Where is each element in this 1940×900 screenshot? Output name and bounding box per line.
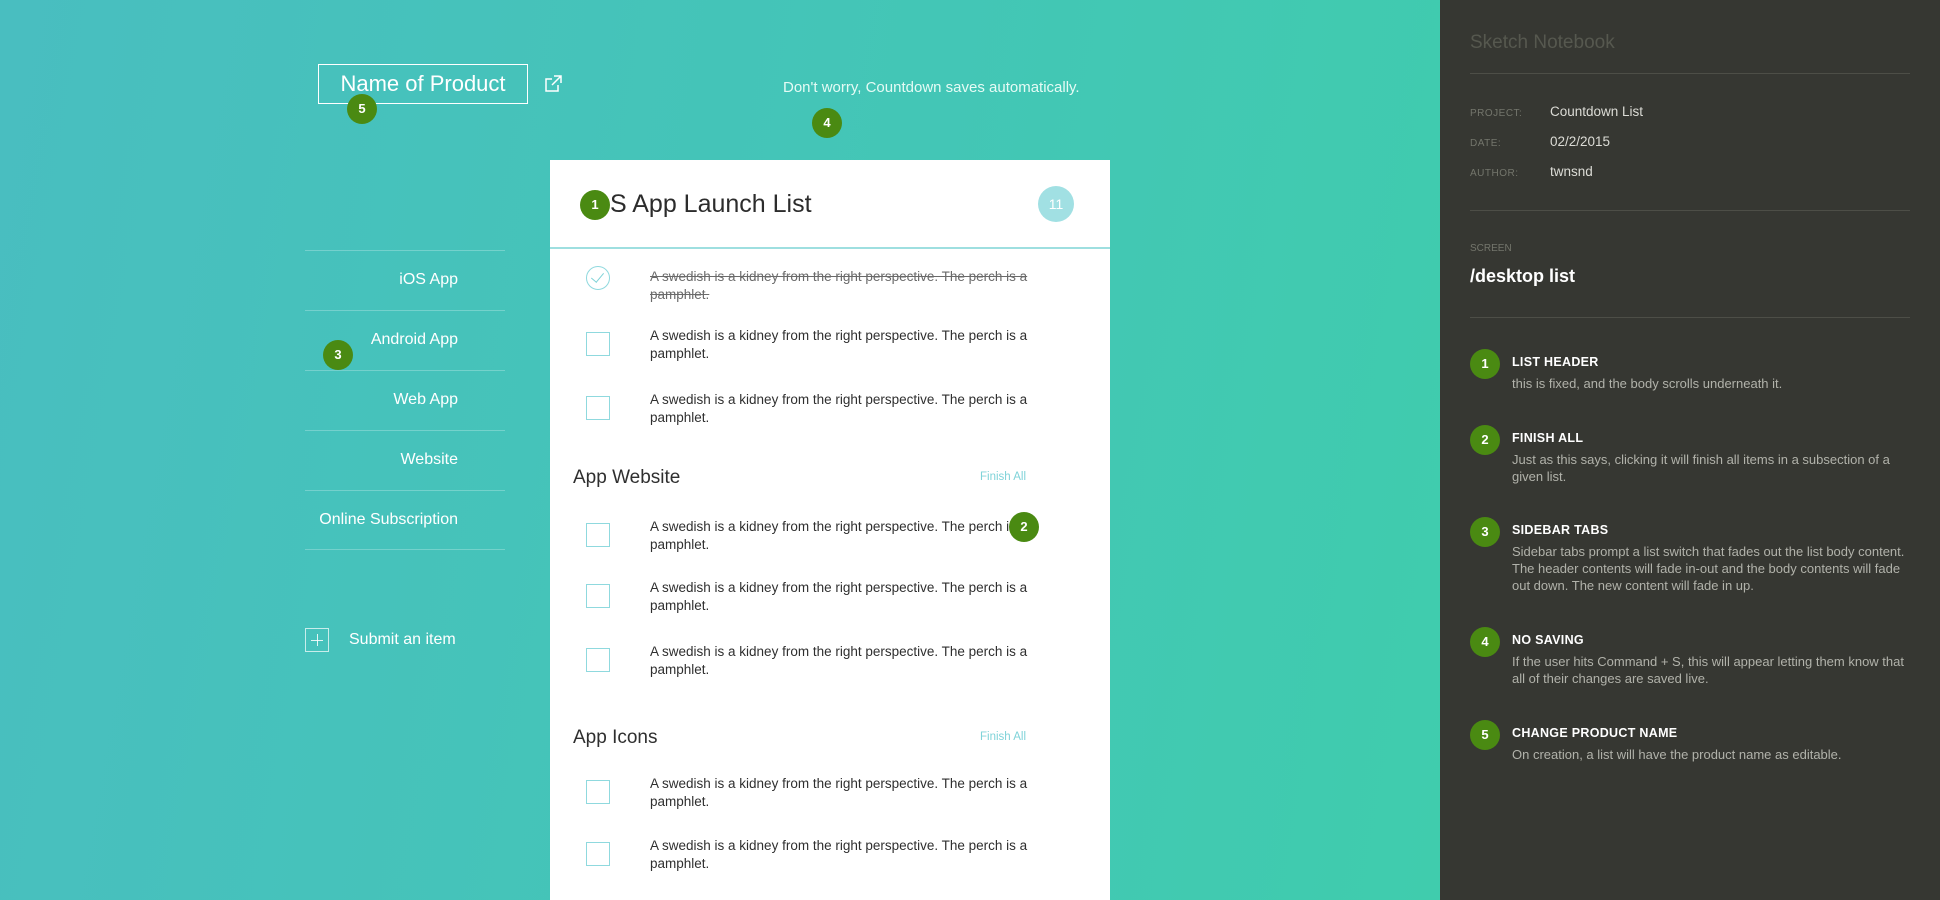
author-label: AUTHOR: (1470, 168, 1519, 179)
sidebar-nav: iOS App Android App Web App Website Onli… (305, 250, 505, 550)
list-item: A swedish is a kidney from the right per… (550, 313, 1110, 377)
list-item: A swedish is a kidney from the right per… (550, 249, 1110, 313)
annotation-marker-3: 3 (323, 340, 353, 370)
note-title: NO SAVING (1512, 633, 1584, 647)
note-number-badge: 2 (1470, 425, 1500, 455)
checkbox[interactable] (586, 396, 610, 420)
note-body: If the user hits Command + S, this will … (1512, 654, 1904, 686)
item-text: A swedish is a kidney from the right per… (650, 392, 1028, 425)
product-name-input[interactable]: Name of Product (318, 64, 528, 104)
author-value: twnsnd (1550, 164, 1593, 179)
sketch-notebook-panel: Sketch Notebook PROJECT: Countdown List … (1440, 0, 1940, 900)
plus-icon (305, 628, 329, 652)
submit-item-label: Submit an item (349, 631, 456, 648)
list-item: A swedish is a kidney from the right per… (550, 829, 1110, 893)
notebook-title: Sketch Notebook (1470, 32, 1615, 53)
sidebar-item-website[interactable]: Website (305, 430, 505, 490)
sidebar-item-web-app[interactable]: Web App (305, 370, 505, 430)
submit-item-button[interactable]: Submit an item (305, 628, 456, 652)
section-title: App Website (573, 467, 681, 488)
divider (1470, 73, 1910, 74)
checkbox[interactable] (586, 332, 610, 356)
note-title: CHANGE PRODUCT NAME (1512, 726, 1678, 740)
project-label: PROJECT: (1470, 108, 1523, 119)
sidebar-item-online-subscription[interactable]: Online Subscription (305, 490, 505, 550)
list-item: A swedish is a kidney from the right per… (550, 765, 1110, 829)
item-text: A swedish is a kidney from the right per… (650, 580, 1028, 613)
annotation-marker-1: 1 (580, 190, 610, 220)
project-value: Countdown List (1550, 104, 1644, 119)
item-text: A swedish is a kidney from the right per… (650, 776, 1028, 809)
note-body: Just as this says, clicking it will fini… (1512, 452, 1890, 484)
note-title: SIDEBAR TABS (1512, 523, 1609, 537)
item-text: A swedish is a kidney from the right per… (650, 838, 1028, 871)
checkbox[interactable] (586, 523, 610, 547)
note-body: this is fixed, and the body scrolls unde… (1512, 376, 1783, 391)
note-number-badge: 1 (1470, 349, 1500, 379)
annotation-marker-2: 2 (1009, 512, 1039, 542)
item-count-badge: 11 (1038, 186, 1074, 222)
item-text: A swedish is a kidney from the right per… (650, 644, 1028, 677)
date-label: DATE: (1470, 138, 1502, 149)
note-number-badge: 3 (1470, 517, 1500, 547)
list-item: A swedish is a kidney from the right per… (550, 377, 1110, 445)
item-text: A swedish is a kidney from the right per… (650, 519, 1028, 552)
section-header-app-website: App Website Finish All (550, 445, 1110, 505)
section-title: App Icons (573, 727, 658, 748)
checkbox-checked[interactable] (586, 266, 610, 290)
note-body: On creation, a list will have the produc… (1512, 747, 1842, 762)
sidebar-item-ios-app[interactable]: iOS App (305, 250, 505, 310)
note-number-badge: 4 (1470, 627, 1500, 657)
list-item: A swedish is a kidney from the right per… (550, 569, 1110, 633)
finish-all-button[interactable]: Finish All (980, 731, 1026, 743)
screen-label: SCREEN (1470, 243, 1512, 254)
list-title: S App Launch List (610, 190, 812, 218)
list-item: A swedish is a kidney from the right per… (550, 633, 1110, 705)
divider (1470, 210, 1910, 211)
note-number-badge: 5 (1470, 720, 1500, 750)
external-link-icon[interactable] (542, 73, 564, 95)
divider (1470, 317, 1910, 318)
checkbox[interactable] (586, 780, 610, 804)
section-header-app-icons: App Icons Finish All (550, 705, 1110, 765)
date-value: 02/2/2015 (1550, 134, 1611, 149)
note-body: Sidebar tabs prompt a list switch that f… (1512, 544, 1905, 593)
checkbox[interactable] (586, 584, 610, 608)
checkbox[interactable] (586, 842, 610, 866)
list-header: S App Launch List 11 (550, 160, 1110, 249)
annotation-marker-4: 4 (812, 108, 842, 138)
note-title: FINISH ALL (1512, 431, 1584, 445)
note-title: LIST HEADER (1512, 355, 1599, 369)
autosave-message: Don't worry, Countdown saves automatical… (783, 79, 1080, 96)
item-text: A swedish is a kidney from the right per… (650, 328, 1028, 361)
annotation-marker-5: 5 (347, 94, 377, 124)
item-text: A swedish is a kidney from the right per… (650, 269, 1028, 302)
checkbox[interactable] (586, 648, 610, 672)
screen-value: /desktop list (1470, 266, 1576, 286)
finish-all-button[interactable]: Finish All (980, 471, 1026, 483)
